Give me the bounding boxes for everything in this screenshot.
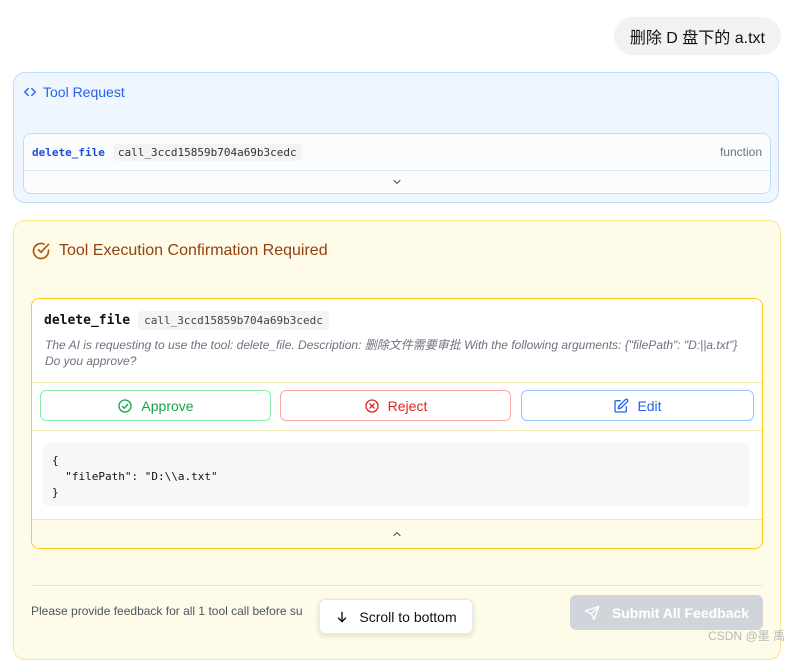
- scroll-to-bottom-label: Scroll to bottom: [359, 608, 457, 625]
- user-message-bubble: 删除 D 盘下的 a.txt: [613, 17, 781, 55]
- edit-label: Edit: [637, 397, 662, 414]
- collapse-toggle[interactable]: [32, 519, 762, 548]
- tool-request-header: Tool Request: [23, 84, 125, 100]
- function-name: delete_file: [32, 145, 105, 159]
- edit-button[interactable]: Edit: [521, 390, 754, 421]
- tool-description: The AI is requesting to use the tool: de…: [45, 338, 738, 368]
- divider: [32, 382, 762, 383]
- call-id-badge: call_3ccd15859b704a69b3cedc: [138, 311, 329, 330]
- feedback-instruction: Please provide feedback for all 1 tool c…: [31, 604, 303, 618]
- confirmation-title: Tool Execution Confirmation Required: [59, 242, 328, 259]
- user-message-text: 删除 D 盘下的 a.txt: [629, 30, 765, 47]
- call-id-badge: call_3ccd15859b704a69b3cedc: [112, 143, 302, 161]
- function-name: delete_file: [44, 313, 131, 328]
- tool-request-card: Tool Request delete_file call_3ccd15859b…: [13, 72, 779, 203]
- watermark: CSDN @墨 禹: [708, 629, 785, 643]
- x-circle-icon: [364, 398, 380, 414]
- chevron-down-icon: [391, 176, 403, 188]
- divider: [32, 430, 762, 431]
- check-circle-icon: [31, 241, 51, 261]
- submit-label: Submit All Feedback: [611, 604, 750, 621]
- reject-label: Reject: [387, 397, 428, 414]
- approve-label: Approve: [141, 397, 194, 414]
- confirmation-header: Tool Execution Confirmation Required: [31, 241, 328, 261]
- tool-call-title-row: delete_file call_3ccd15859b704a69b3cedc: [44, 311, 329, 330]
- arrow-down-icon: [335, 610, 349, 624]
- confirmation-card: Tool Execution Confirmation Required del…: [13, 220, 781, 660]
- send-icon: [584, 605, 600, 621]
- approve-button[interactable]: Approve: [40, 390, 271, 421]
- expand-toggle[interactable]: [24, 171, 770, 193]
- scroll-to-bottom-button[interactable]: Scroll to bottom: [319, 599, 473, 634]
- edit-icon: [613, 398, 629, 414]
- tool-call-row[interactable]: delete_file call_3ccd15859b704a69b3cedc …: [24, 134, 770, 171]
- call-type-label: function: [719, 145, 762, 159]
- tool-call-detail: delete_file call_3ccd15859b704a69b3cedc …: [31, 298, 763, 549]
- divider: [31, 585, 763, 586]
- tool-request-title: Tool Request: [43, 84, 125, 100]
- reject-button[interactable]: Reject: [280, 390, 511, 421]
- chevron-up-icon: [391, 528, 403, 540]
- arguments-code-block: { "filePath": "D:\\a.txt" }: [43, 443, 750, 506]
- check-circle-icon: [117, 398, 133, 414]
- submit-all-feedback-button[interactable]: Submit All Feedback: [570, 595, 763, 630]
- code-icon: [23, 85, 37, 99]
- tool-call-summary: delete_file call_3ccd15859b704a69b3cedc …: [23, 133, 771, 194]
